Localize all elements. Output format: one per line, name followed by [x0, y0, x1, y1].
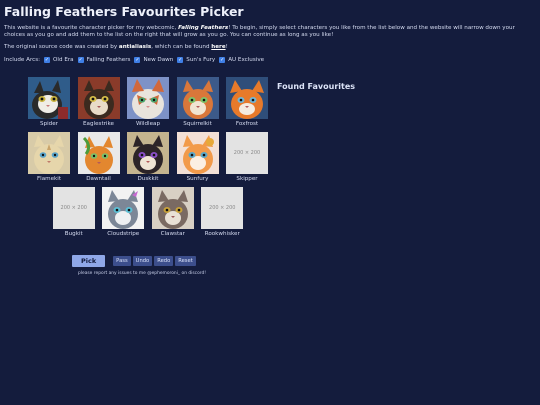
character-portrait[interactable] — [226, 77, 268, 119]
placeholder-image[interactable]: 200 × 200 — [201, 187, 244, 229]
placeholder-image[interactable]: 200 × 200 — [226, 132, 268, 174]
checkbox-checked-icon[interactable]: ✓ — [177, 57, 184, 63]
character-name: Skipper — [236, 176, 258, 182]
arc-filters: Include Arcs: ✓ Old Era ✓ Falling Feathers… — [4, 57, 264, 63]
character-card-cloudstripe[interactable]: Cloudstripe — [102, 187, 145, 237]
source-link[interactable]: here — [211, 44, 225, 50]
character-row: 200 × 200 Bugkit Cloudstripe Clawstar 20… — [26, 187, 270, 237]
character-card-flamekit[interactable]: Flamekit — [28, 132, 70, 182]
character-name: Duskkit — [137, 176, 159, 182]
arc-checkbox-new-dawn[interactable]: ✓ New Dawn — [134, 57, 173, 63]
character-card-dawntail[interactable]: Dawntail — [77, 132, 120, 182]
arc-label: Old Era — [53, 57, 74, 63]
character-card-duskkit[interactable]: Duskkit — [127, 132, 169, 182]
character-portrait[interactable] — [151, 187, 194, 229]
arc-label: Falling Feathers — [86, 57, 131, 63]
source-part-2: , which can be found — [151, 44, 212, 50]
pass-button[interactable]: Pass — [113, 256, 131, 266]
character-name: Wildleap — [135, 121, 161, 127]
character-portrait[interactable] — [28, 77, 70, 119]
character-portrait[interactable] — [127, 77, 169, 119]
character-card-foxfrost[interactable]: Foxfrost — [226, 77, 268, 127]
source-part-1: The original source code was created by — [4, 44, 119, 50]
arc-label: AU Exclusive — [228, 57, 265, 63]
picker-controls: Pick Pass Undo Redo Reset — [72, 255, 196, 267]
source-part-3: ! — [225, 44, 228, 50]
character-portrait[interactable] — [77, 77, 120, 119]
character-name: Sunfury — [186, 176, 209, 182]
redo-button[interactable]: Redo — [154, 256, 174, 266]
character-card-clawstar[interactable]: Clawstar — [151, 187, 194, 237]
character-name: Flamekit — [36, 176, 62, 182]
character-name: Cloudstripe — [107, 231, 140, 237]
character-portrait[interactable] — [176, 77, 219, 119]
character-card-rookwhisker[interactable]: 200 × 200 Rookwhisker — [201, 187, 244, 237]
arc-checkbox-au-exclusive[interactable]: ✓ AU Exclusive — [219, 57, 264, 63]
character-card-spider[interactable]: Spider — [28, 77, 70, 127]
footer-note: please report any issues to me @ephemoro… — [78, 271, 207, 276]
character-portrait[interactable] — [102, 187, 145, 229]
character-name: Foxfrost — [235, 121, 259, 127]
arc-filters-label: Include Arcs: — [4, 57, 41, 63]
character-card-bugkit[interactable]: 200 × 200 Bugkit — [52, 187, 95, 237]
character-portrait[interactable] — [28, 132, 70, 174]
checkbox-checked-icon[interactable]: ✓ — [219, 57, 226, 63]
character-name: Squirrelkit — [183, 121, 212, 127]
checkbox-checked-icon[interactable]: ✓ — [44, 57, 51, 63]
arc-checkbox-falling-feathers[interactable]: ✓ Falling Feathers — [77, 57, 131, 63]
checkbox-checked-icon[interactable]: ✓ — [134, 57, 141, 63]
character-row: Spider Eaglestrike Wildleap Squirrelkit … — [26, 77, 270, 127]
character-row: Flamekit Dawntail Duskkit Sunfury 200 × … — [26, 132, 270, 182]
character-card-skipper[interactable]: 200 × 200 Skipper — [226, 132, 268, 182]
intro-text: This website is a favourite character pi… — [4, 25, 534, 40]
author-name: antialiasis — [118, 44, 152, 50]
character-card-eaglestrike[interactable]: Eaglestrike — [77, 77, 120, 127]
character-name: Eaglestrike — [83, 121, 114, 127]
found-favourites-heading: Found Favourites — [277, 82, 356, 91]
comic-title: Falling Feathers — [178, 25, 229, 31]
page-title: Falling Feathers Favourites Picker — [4, 4, 244, 19]
source-credit: The original source code was created by … — [4, 44, 228, 50]
character-name: Rookwhisker — [204, 231, 240, 237]
character-card-sunfury[interactable]: Sunfury — [176, 132, 219, 182]
arc-label: New Dawn — [143, 57, 174, 63]
character-name: Dawntail — [86, 176, 111, 182]
arc-label: Sun's Fury — [186, 57, 216, 63]
pick-button[interactable]: Pick — [72, 255, 106, 267]
character-portrait[interactable] — [127, 132, 169, 174]
character-portrait[interactable] — [176, 132, 219, 174]
character-name: Bugkit — [64, 231, 83, 237]
checkbox-checked-icon[interactable]: ✓ — [77, 57, 84, 63]
character-name: Clawstar — [160, 231, 185, 237]
character-grid: Spider Eaglestrike Wildleap Squirrelkit … — [26, 77, 270, 242]
undo-button[interactable]: Undo — [132, 256, 153, 266]
character-portrait[interactable] — [77, 132, 120, 174]
character-card-wildleap[interactable]: Wildleap — [127, 77, 169, 127]
reset-button[interactable]: Reset — [175, 256, 196, 266]
arc-checkbox-old-era[interactable]: ✓ Old Era — [44, 57, 74, 63]
intro-part-1: This website is a favourite character pi… — [4, 25, 179, 31]
placeholder-image[interactable]: 200 × 200 — [52, 187, 95, 229]
character-name: Spider — [40, 121, 58, 127]
character-card-squirrelkit[interactable]: Squirrelkit — [176, 77, 219, 127]
arc-checkbox-suns-fury[interactable]: ✓ Sun's Fury — [177, 57, 215, 63]
